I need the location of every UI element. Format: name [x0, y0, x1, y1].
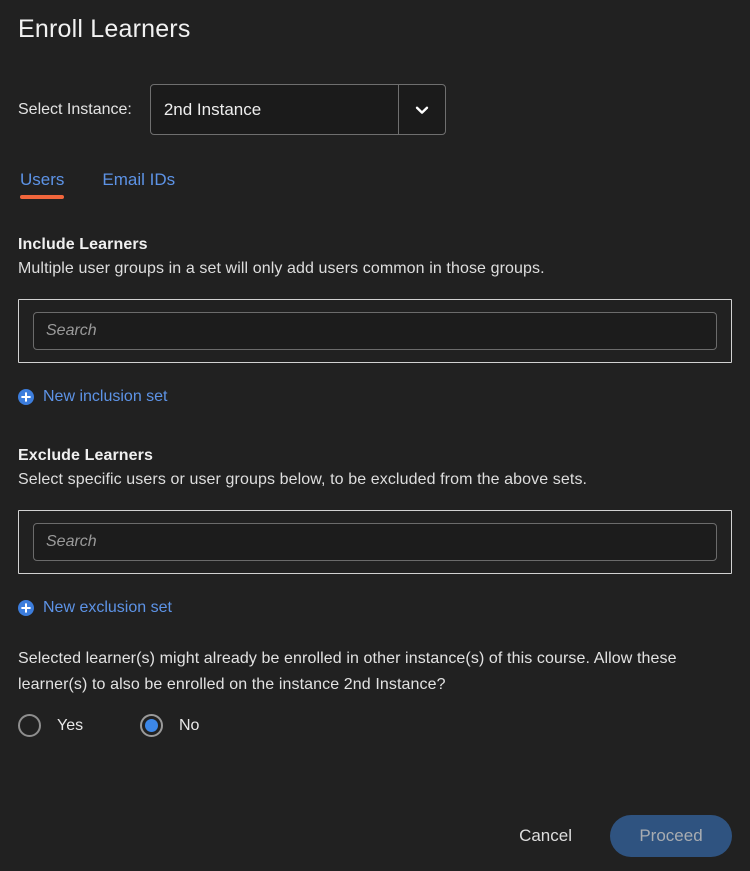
plus-circle-icon — [18, 389, 34, 405]
radio-option-yes[interactable]: Yes — [18, 714, 140, 737]
proceed-button[interactable]: Proceed — [610, 815, 732, 857]
radio-option-no[interactable]: No — [140, 714, 199, 737]
enroll-learners-dialog: Enroll Learners Select Instance: 2nd Ins… — [0, 0, 750, 871]
radio-no-label: No — [179, 716, 200, 734]
radio-yes-mark[interactable] — [18, 714, 41, 737]
instance-select-value: 2nd Instance — [163, 99, 262, 119]
include-learners-heading: Include Learners — [18, 236, 148, 253]
select-instance-row: Select Instance: 2nd Instance — [18, 84, 732, 135]
dialog-footer: Cancel Proceed — [505, 815, 732, 857]
tab-email-ids-label: Email IDs — [102, 170, 176, 189]
exclude-learners-description: Select specific users or user groups bel… — [18, 471, 588, 488]
new-exclusion-set-button[interactable]: New exclusion set — [18, 599, 172, 617]
new-inclusion-set-button[interactable]: New inclusion set — [18, 388, 168, 406]
tab-active-underline — [20, 195, 65, 199]
exclude-learners-heading: Exclude Learners — [18, 447, 153, 464]
chevron-down-icon[interactable] — [397, 85, 445, 134]
radio-no-mark[interactable] — [140, 714, 163, 737]
tab-users[interactable]: Users — [20, 170, 65, 199]
exclusion-set-box — [18, 510, 732, 574]
tab-email-ids[interactable]: Email IDs — [102, 170, 175, 199]
new-exclusion-set-label: New exclusion set — [43, 599, 172, 616]
tab-users-label: Users — [20, 170, 65, 189]
allow-enrollment-note: Selected learner(s) might already be enr… — [18, 650, 677, 693]
exclude-search-input[interactable] — [33, 523, 717, 561]
select-instance-label: Select Instance: — [18, 100, 132, 118]
include-learners-description: Multiple user groups in a set will only … — [18, 260, 545, 277]
allow-enrollment-radio-group: Yes No — [18, 714, 732, 737]
page-title: Enroll Learners — [18, 15, 191, 43]
include-search-input[interactable] — [33, 312, 717, 350]
instance-select[interactable]: 2nd Instance — [149, 84, 446, 135]
inclusion-set-box — [18, 299, 732, 363]
tab-bar: Users Email IDs — [18, 170, 732, 199]
cancel-button[interactable]: Cancel — [505, 818, 586, 854]
radio-yes-label: Yes — [57, 716, 84, 734]
plus-circle-icon — [18, 600, 34, 616]
new-inclusion-set-label: New inclusion set — [43, 388, 168, 405]
